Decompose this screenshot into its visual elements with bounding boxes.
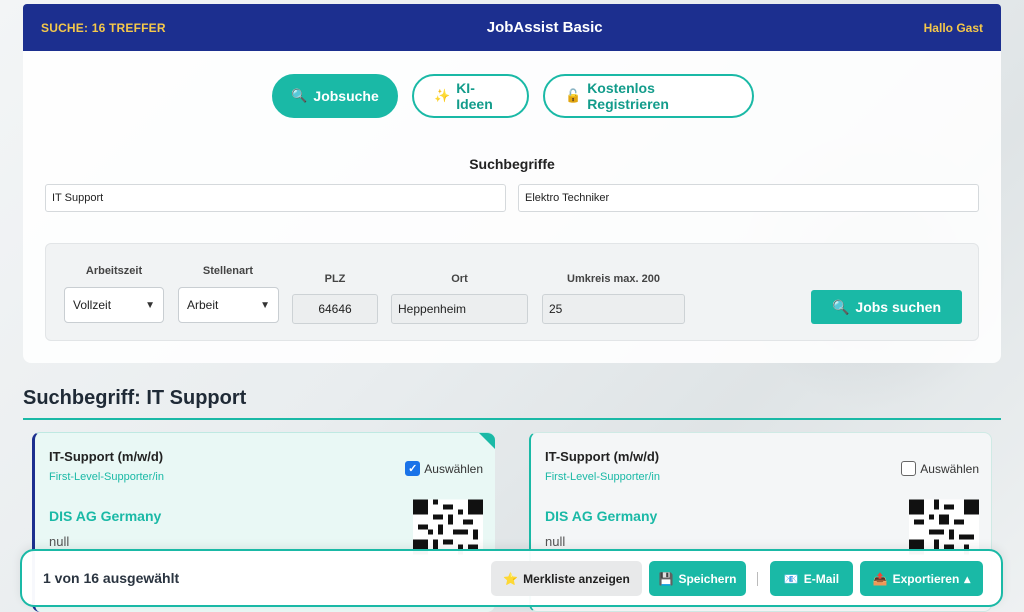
caret-up-icon: ▴ — [964, 571, 971, 586]
filter-box: Arbeitszeit Vollzeit ▼ Stellenart Arbeit… — [45, 243, 979, 341]
job-title: IT-Support (m/w/d) — [545, 449, 660, 464]
tab-jobsuche[interactable]: 🔍 Jobsuche — [272, 74, 398, 118]
checkbox-unchecked[interactable] — [901, 461, 917, 476]
arbeitszeit-select[interactable]: Vollzeit ▼ — [64, 287, 164, 323]
export-label: Exportieren — [892, 571, 960, 586]
unlock-icon: 🔓 — [565, 88, 582, 103]
save-label: Speichern — [678, 571, 737, 586]
email-label: E-Mail — [803, 571, 840, 586]
checkbox-checked[interactable]: ✓ — [405, 461, 421, 476]
jobs-search-button[interactable]: 🔍 Jobs suchen — [811, 290, 962, 324]
star-icon: ⭐ — [503, 571, 519, 586]
user-greeting[interactable]: Hallo Gast — [924, 21, 983, 35]
bottom-action-bar: 1 von 16 ausgewählt ⭐ Merkliste anzeigen… — [20, 549, 1003, 607]
heading-divider — [23, 418, 1001, 420]
qr-code-icon — [413, 499, 483, 555]
merkliste-button[interactable]: ⭐ Merkliste anzeigen — [491, 561, 642, 596]
search-term-input-2[interactable]: Elektro Techniker — [518, 184, 979, 212]
plz-label: PLZ — [324, 273, 346, 285]
search-term-input-1[interactable]: IT Support — [45, 184, 506, 212]
select-checkbox-group[interactable]: ✓ Auswählen — [405, 461, 483, 476]
sparkles-icon: ✨ — [434, 88, 451, 103]
job-title: IT-Support (m/w/d) — [49, 449, 164, 464]
search-terms-label: Suchbegriffe — [469, 156, 555, 172]
main-tabs: 🔍 Jobsuche ✨ KI-Ideen 🔓 Kostenlos Regist… — [272, 74, 754, 118]
job-subtitle: First-Level-Supporter/in — [49, 471, 164, 483]
umkreis-label: Umkreis max. 200 — [567, 273, 660, 285]
arbeitszeit-label: Arbeitszeit — [85, 265, 143, 277]
umkreis-input[interactable]: 25 — [542, 294, 685, 324]
search-icon: 🔍 — [831, 298, 850, 315]
company-name: DIS AG Germany — [545, 508, 658, 524]
arbeitszeit-value: Vollzeit — [73, 298, 112, 312]
qr-code-icon — [909, 499, 979, 555]
job-subtitle: First-Level-Supporter/in — [545, 471, 660, 483]
search-icon: 🔍 — [291, 88, 308, 103]
app-title: JobAssist Basic — [486, 19, 603, 36]
toolbar-divider — [757, 572, 758, 586]
envelope-icon: 📧 — [783, 571, 799, 586]
job-location: null — [545, 534, 566, 549]
selected-corner-marker — [479, 433, 495, 449]
select-checkbox-group[interactable]: Auswählen — [901, 461, 979, 476]
ort-input[interactable]: Heppenheim — [391, 294, 528, 324]
export-icon: 📤 — [872, 571, 888, 586]
floppy-disk-icon: 💾 — [658, 571, 674, 586]
stellenart-label: Stellenart — [202, 265, 254, 277]
tab-label: Kostenlos Registrieren — [587, 80, 669, 112]
search-panel: 🔍 Jobsuche ✨ KI-Ideen 🔓 Kostenlos Regist… — [23, 51, 1001, 363]
job-location: null — [49, 534, 70, 549]
tab-ki-ideen[interactable]: ✨ KI-Ideen — [412, 74, 529, 118]
tab-register[interactable]: 🔓 Kostenlos Registrieren — [543, 74, 754, 118]
stellenart-value: Arbeit — [187, 298, 219, 312]
select-label: Auswählen — [920, 461, 979, 476]
merkliste-label: Merkliste anzeigen — [523, 571, 630, 586]
ort-label: Ort — [451, 273, 468, 285]
selection-count: 1 von 16 ausgewählt — [43, 570, 180, 586]
save-button[interactable]: 💾 Speichern — [649, 561, 746, 596]
company-name: DIS AG Germany — [49, 508, 162, 524]
stellenart-select[interactable]: Arbeit ▼ — [178, 287, 279, 323]
chevron-down-icon: ▼ — [145, 299, 155, 311]
search-status: SUCHE: 16 TREFFER — [41, 20, 166, 35]
chevron-down-icon: ▼ — [260, 299, 270, 311]
plz-input[interactable]: 64646 — [292, 294, 378, 324]
select-label: Auswählen — [424, 461, 483, 476]
top-header-bar: SUCHE: 16 TREFFER JobAssist Basic Hallo … — [23, 4, 1001, 51]
tab-label: Jobsuche — [313, 88, 379, 104]
results-heading: Suchbegriff: IT Support — [23, 387, 247, 409]
search-button-label: Jobs suchen — [855, 299, 942, 315]
tab-label: KI-Ideen — [456, 80, 493, 112]
export-button[interactable]: 📤 Exportieren ▴ — [860, 561, 983, 596]
email-button[interactable]: 📧 E-Mail — [770, 561, 853, 596]
